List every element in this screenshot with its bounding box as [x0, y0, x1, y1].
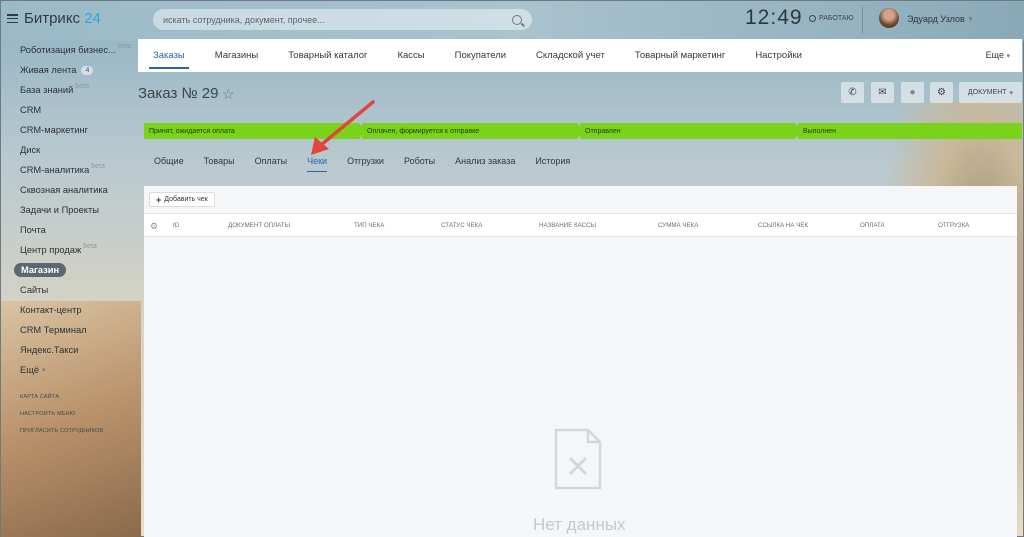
tabs-more-button[interactable]: Еще ▾	[986, 50, 1010, 60]
divider	[862, 7, 863, 33]
user-name: Эдуард Узлов	[907, 14, 965, 24]
invite-users-link[interactable]: ПРИГЛАСИТЬ СОТРУДНИКОВ	[1, 422, 137, 439]
document-label: ДОКУМЕНТ	[967, 89, 1007, 96]
sidebar: Роботизация бизнес... beta Живая лента 4 Б…	[1, 40, 137, 439]
subtab-shipments[interactable]: Отгрузки	[337, 154, 394, 168]
column-cashbox-name[interactable]: НАЗВАНИЕ КАССЫ	[539, 222, 596, 229]
sidebar-item-disk[interactable]: Диск	[1, 140, 137, 160]
column-receipt-link[interactable]: ССЫЛКА НА ЧЕК	[758, 222, 808, 229]
document-button[interactable]: ДОКУМЕНТ ▾	[959, 82, 1022, 103]
sidebar-item-contact-center[interactable]: Контакт-центр	[1, 300, 137, 320]
tab-buyers[interactable]: Покупатели	[440, 39, 521, 72]
sidebar-item-end-to-end-analytics[interactable]: Сквозная аналитика	[1, 180, 137, 200]
sidebar-item-tasks[interactable]: Задачи и Проекты	[1, 200, 137, 220]
stage-completed[interactable]: Выполнен	[798, 123, 1022, 139]
gear-icon: ⚙	[937, 87, 946, 98]
column-shipment[interactable]: ОТГРУЗКА	[938, 222, 969, 229]
top-tabs: Заказы Магазины Товарный каталог Кассы П…	[138, 39, 1022, 72]
logo[interactable]: Битрикс 24	[7, 10, 101, 27]
add-receipt-label: Добавить чек	[164, 196, 208, 203]
subtab-products[interactable]: Товары	[194, 154, 245, 168]
beta-badge: beta	[83, 242, 97, 250]
more-label: Еще	[985, 50, 1004, 60]
sidebar-item-more[interactable]: Ещё ▾	[1, 360, 137, 380]
subtab-payments[interactable]: Оплаты	[245, 154, 298, 168]
tab-product-marketing[interactable]: Товарный маркетинг	[620, 39, 741, 72]
column-payment-document[interactable]: ДОКУМЕНТ ОПЛАТЫ	[228, 222, 290, 229]
counter-badge: 4	[81, 65, 94, 75]
subtab-history[interactable]: История	[525, 154, 580, 168]
sidebar-item-crm-terminal[interactable]: CRM Терминал	[1, 320, 137, 340]
subtab-receipts[interactable]: Чеки	[297, 154, 337, 172]
user-menu[interactable]: Эдуард Узлов ▾	[907, 14, 972, 24]
beta-badge: beta	[75, 82, 89, 90]
tab-cashboxes[interactable]: Кассы	[382, 39, 439, 72]
column-receipt-type[interactable]: ТИП ЧЕКА	[354, 222, 384, 229]
envelope-icon: ✉	[878, 87, 887, 98]
sidebar-item-sales-center[interactable]: Центр продаж beta	[1, 240, 137, 260]
search-bar[interactable]	[153, 9, 532, 30]
search-input[interactable]	[163, 14, 512, 25]
stage-paid[interactable]: Оплачен, формируется к отправке	[362, 123, 583, 139]
sidebar-item-mail[interactable]: Почта	[1, 220, 137, 240]
empty-document-icon	[554, 428, 602, 490]
empty-state-text: Нет данных	[533, 515, 626, 534]
column-settings-icon[interactable]: ⚙	[150, 221, 158, 232]
work-status[interactable]: РАБОТАЮ	[809, 15, 854, 22]
sidebar-item-feed[interactable]: Живая лента 4	[1, 60, 137, 80]
search-icon[interactable]	[512, 14, 522, 25]
chevron-down-icon: ▾	[1006, 53, 1010, 60]
sidebar-item-robotization[interactable]: Роботизация бизнес... beta	[1, 40, 137, 60]
page-title: Заказ № 29	[138, 85, 219, 102]
sidebar-item-sites[interactable]: Сайты	[1, 280, 137, 300]
tab-orders[interactable]: Заказы	[138, 39, 200, 72]
hamburger-menu-icon[interactable]	[7, 14, 18, 23]
grid-header: ⚙ ID ДОКУМЕНТ ОПЛАТЫ ТИП ЧЕКА СТАТУС ЧЕК…	[144, 213, 1017, 237]
subtab-general[interactable]: Общие	[144, 154, 194, 168]
phone-icon: ✆	[848, 87, 857, 98]
sidebar-item-yandex-taxi[interactable]: Яндекс.Такси	[1, 340, 137, 360]
star-icon[interactable]: ☆	[222, 86, 235, 103]
email-button[interactable]: ✉	[871, 82, 894, 103]
call-button[interactable]: ✆	[841, 82, 864, 103]
receipts-panel: + Добавить чек ⚙ ID ДОКУМЕНТ ОПЛАТЫ ТИП …	[144, 186, 1017, 537]
chevron-down-icon: ▾	[1009, 89, 1014, 97]
avatar[interactable]	[879, 8, 899, 28]
sidebar-item-crm[interactable]: CRM	[1, 100, 137, 120]
settings-button[interactable]: ⚙	[930, 82, 953, 103]
plus-icon: +	[156, 194, 162, 205]
add-receipt-button[interactable]: + Добавить чек	[149, 192, 215, 207]
column-payment[interactable]: ОПЛАТА	[860, 222, 885, 229]
beta-badge: beta	[91, 162, 105, 170]
sidebar-item-crm-analytics[interactable]: CRM-аналитика beta	[1, 160, 137, 180]
configure-menu-link[interactable]: НАСТРОИТЬ МЕНЮ	[1, 405, 137, 422]
sitemap-link[interactable]: КАРТА САЙТА	[1, 388, 137, 405]
status-icon	[809, 15, 816, 22]
status-stages: Принят, ожидается оплата Оплачен, формир…	[144, 123, 1022, 139]
sidebar-item-knowledge-base[interactable]: База знаний beta	[1, 80, 137, 100]
chevron-down-icon: ▾	[968, 16, 973, 23]
sidebar-item-shop[interactable]: Магазин	[1, 260, 137, 280]
tab-warehouse[interactable]: Складской учет	[521, 39, 620, 72]
tab-shops[interactable]: Магазины	[200, 39, 273, 72]
sidebar-item-crm-marketing[interactable]: CRM-маркетинг	[1, 120, 137, 140]
chat-button[interactable]: ●	[901, 82, 924, 103]
stage-accepted[interactable]: Принят, ожидается оплата	[144, 123, 365, 139]
status-label: РАБОТАЮ	[819, 15, 854, 22]
stage-shipped[interactable]: Отправлен	[580, 123, 801, 139]
chevron-down-icon: ▾	[42, 367, 46, 374]
column-receipt-sum[interactable]: СУММА ЧЕКА	[658, 222, 698, 229]
logo-text: Битрикс 24	[24, 10, 101, 27]
subtab-robots[interactable]: Роботы	[394, 154, 445, 168]
tab-settings[interactable]: Настройки	[740, 39, 817, 72]
tab-catalog[interactable]: Товарный каталог	[273, 39, 382, 72]
beta-badge: beta	[117, 42, 132, 50]
clock: 12:49	[745, 6, 803, 29]
column-receipt-status[interactable]: СТАТУС ЧЕКА	[441, 222, 482, 229]
subtab-order-analysis[interactable]: Анализ заказа	[445, 154, 525, 168]
order-subtabs: Общие Товары Оплаты Чеки Отгрузки Роботы…	[144, 154, 580, 172]
chat-icon: ●	[909, 87, 916, 98]
column-id[interactable]: ID	[173, 222, 179, 229]
